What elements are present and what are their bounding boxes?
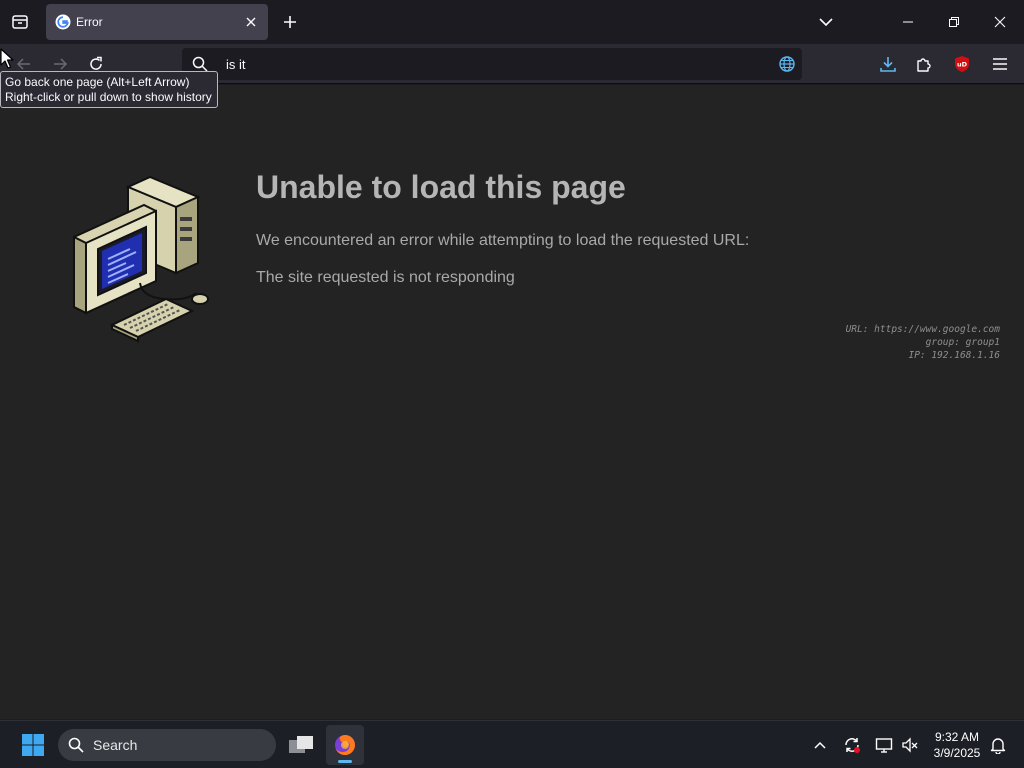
forward-arrow-icon: [54, 58, 68, 70]
restore-button[interactable]: [934, 8, 974, 36]
reload-icon: [90, 56, 102, 70]
search-icon: [192, 56, 208, 72]
error-reason: The site requested is not responding: [256, 269, 515, 286]
task-view-icon: [289, 736, 313, 753]
new-tab-button[interactable]: [278, 8, 302, 36]
taskbar: Search 9:32 AM 3/9/2025: [0, 720, 1024, 768]
tab-title: Error: [76, 15, 103, 29]
mouse-cursor-icon: [0, 48, 14, 69]
error-ip: IP: 192.168.1.16: [908, 350, 1000, 361]
ublock-origin-button[interactable]: uD: [948, 50, 976, 78]
active-tab[interactable]: Error: [46, 4, 268, 40]
list-all-tabs-icon: [12, 15, 28, 29]
minimize-icon: [903, 21, 913, 23]
error-description: We encountered an error while attempting…: [256, 232, 750, 249]
firefox-taskbar-button[interactable]: [326, 725, 364, 765]
application-menu-button[interactable]: [986, 50, 1014, 78]
close-icon: [246, 17, 256, 27]
clock-time: 9:32 AM: [934, 730, 980, 744]
display-network-icon: [875, 738, 893, 753]
page-content: Unable to load this page We encountered …: [0, 85, 1024, 719]
address-bar[interactable]: [182, 48, 802, 80]
google-g-icon: [55, 14, 71, 30]
error-group: group: group1: [925, 337, 1000, 348]
minimize-button[interactable]: [888, 8, 928, 36]
address-input[interactable]: [226, 54, 726, 74]
tooltip-line-1: Go back one page (Alt+Left Arrow): [5, 75, 190, 89]
system-clock[interactable]: 9:32 AM 3/9/2025: [928, 729, 986, 761]
task-view-button[interactable]: [284, 729, 318, 761]
back-button-tooltip: Go back one page (Alt+Left Arrow) Right-…: [0, 71, 218, 108]
running-indicator: [338, 760, 352, 763]
start-button[interactable]: [16, 729, 50, 761]
sync-icon: [845, 738, 860, 753]
error-title: Unable to load this page: [256, 169, 626, 205]
volume-tray-icon[interactable]: [898, 733, 922, 757]
clock-date: 3/9/2025: [933, 746, 981, 760]
chevron-down-icon: [819, 18, 833, 27]
computer-illustration: [73, 175, 209, 343]
list-all-tabs-button[interactable]: [6, 8, 34, 36]
taskbar-search-box[interactable]: Search: [58, 729, 276, 761]
show-hidden-icons-button[interactable]: [808, 733, 832, 757]
taskbar-search-label: Search: [93, 737, 138, 753]
ublock-origin-icon: uD: [955, 56, 969, 72]
svg-text:uD: uD: [957, 61, 968, 69]
plus-icon: [284, 16, 296, 28]
tooltip-line-2: Right-click or pull down to show history: [5, 90, 212, 104]
chevron-up-icon: [814, 741, 826, 749]
downloads-button[interactable]: [874, 50, 902, 78]
close-window-button[interactable]: [980, 8, 1020, 36]
sync-tray-icon[interactable]: [840, 733, 864, 757]
close-icon: [994, 16, 1006, 28]
list-tabs-dropdown[interactable]: [812, 8, 840, 36]
download-icon: [880, 57, 896, 72]
tab-strip: Error: [0, 0, 1024, 44]
volume-muted-icon: [902, 737, 918, 753]
extensions-button[interactable]: [910, 50, 938, 78]
network-tray-icon[interactable]: [872, 733, 896, 757]
bell-icon: [990, 738, 1006, 754]
restore-icon: [949, 17, 959, 27]
notifications-button[interactable]: [986, 733, 1010, 757]
firefox-icon: [335, 735, 355, 755]
globe-icon[interactable]: [778, 55, 796, 73]
search-icon: [68, 737, 84, 753]
back-arrow-icon: [16, 58, 30, 70]
error-details: URL: https://www.google.com group: group…: [846, 323, 1000, 362]
close-tab-button[interactable]: [242, 13, 260, 31]
hamburger-menu-icon: [993, 58, 1007, 70]
error-url: URL: https://www.google.com: [845, 324, 1000, 335]
puzzle-icon: [917, 58, 931, 72]
windows-logo-icon: [22, 734, 44, 756]
